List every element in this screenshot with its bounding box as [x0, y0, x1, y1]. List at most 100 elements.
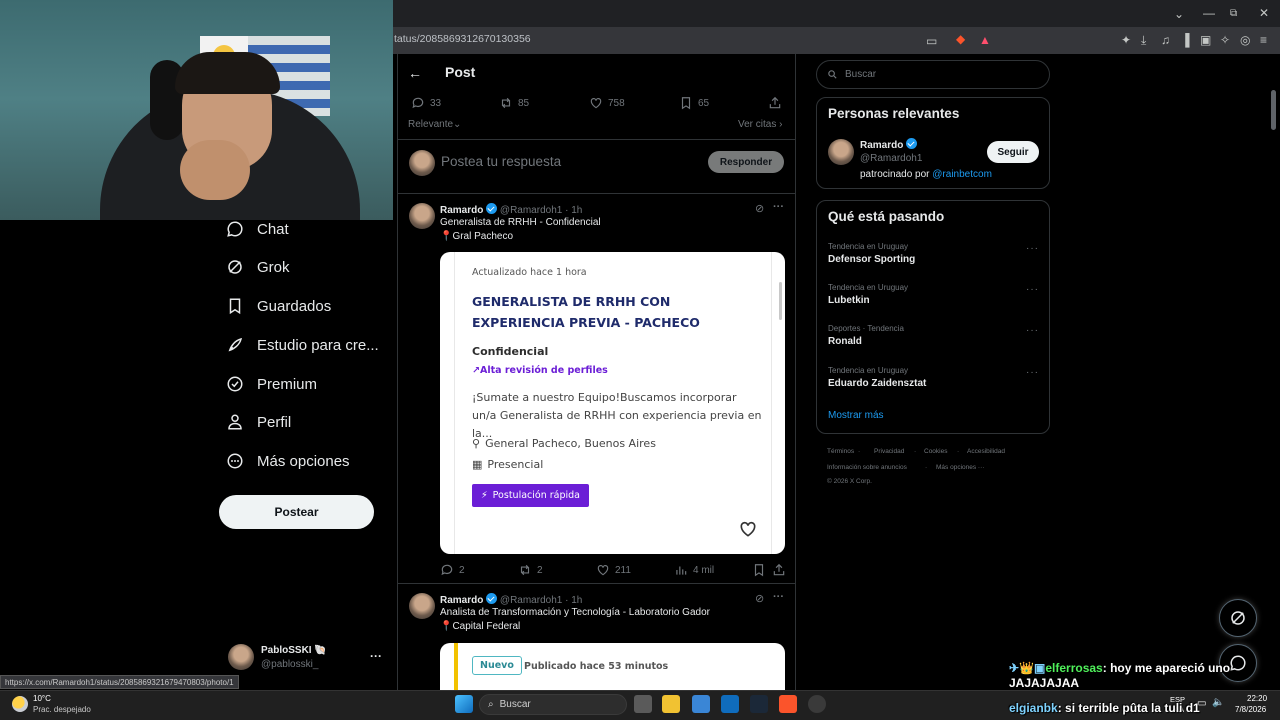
like-action[interactable]: 758	[589, 96, 625, 110]
profile-more-icon[interactable]: ···	[370, 649, 382, 663]
footer-link[interactable]: Más opciones ···	[936, 464, 984, 471]
page-scrollbar[interactable]	[1271, 90, 1276, 130]
nav-item-chat[interactable]: Chat	[226, 214, 289, 244]
footer-link[interactable]: Información sobre anuncios	[827, 464, 907, 471]
weather-desc[interactable]: Prac. despejado	[33, 705, 91, 714]
brave-rewards-icon[interactable]: ▲	[979, 34, 991, 46]
share-action[interactable]	[768, 96, 782, 110]
trend-name[interactable]: Ronald	[828, 336, 862, 347]
nav-item-premium[interactable]: Premium	[226, 369, 317, 399]
search-input[interactable]: Buscar	[816, 60, 1050, 89]
views-action[interactable]: 4 mil	[674, 563, 714, 577]
minimize-icon[interactable]: —	[1203, 7, 1215, 19]
nav-item-more-options[interactable]: Más opciones	[226, 446, 350, 476]
cast-icon[interactable]: ▭	[926, 35, 937, 47]
nav-item-grok[interactable]: Grok	[226, 252, 290, 282]
copyright: © 2026 X Corp.	[827, 478, 872, 485]
taskbar-search[interactable]: ⌕ Buscar	[479, 694, 627, 715]
avatar[interactable]	[409, 593, 435, 619]
quotes-link[interactable]: Ver citas ›	[738, 119, 782, 130]
author-handle[interactable]: @Ramardoh1	[500, 205, 562, 216]
relevant-handle[interactable]: @Ramardoh1	[860, 153, 922, 164]
more-icon[interactable]: ···	[1026, 325, 1039, 336]
obs-icon[interactable]	[808, 695, 826, 713]
bookmark-icon	[754, 564, 764, 577]
nav-item-profile[interactable]: Perfil	[226, 407, 291, 437]
nav-item-bookmarks[interactable]: Guardados	[226, 291, 331, 321]
trend-name[interactable]: Eduardo Zaidensztat	[828, 378, 926, 389]
more-icon[interactable]: ···	[1026, 367, 1039, 378]
tweet-time[interactable]: · 1h	[565, 595, 582, 606]
sort-dropdown[interactable]: Relevante⌄	[408, 119, 461, 130]
menu-icon[interactable]: ≡	[1260, 34, 1267, 46]
follow-button[interactable]: Seguir	[987, 141, 1039, 163]
author-name[interactable]: Ramardo	[440, 205, 483, 216]
clock-time[interactable]: 22:20	[1247, 694, 1267, 703]
reply-action[interactable]: 33	[411, 96, 441, 110]
post-button[interactable]: Postear	[219, 495, 374, 529]
bookmark-action[interactable]	[752, 563, 766, 577]
job-card-image[interactable]: Actualizado hace 1 hora GENERALISTA DE R…	[440, 252, 785, 554]
clock-date[interactable]: 7/8/2026	[1235, 705, 1266, 714]
wallet-icon[interactable]: ▣	[1200, 34, 1211, 46]
restore-icon[interactable]: ⧉	[1230, 8, 1237, 20]
bookmark-action[interactable]: 65	[679, 96, 709, 110]
weather-temp[interactable]: 10°C	[33, 694, 51, 703]
trend-name[interactable]: Defensor Sporting	[828, 254, 915, 265]
reply-input[interactable]: Postea tu respuesta	[441, 154, 561, 169]
leo-icon[interactable]: ✧	[1220, 34, 1230, 46]
relevant-name[interactable]: Ramardo	[860, 140, 903, 151]
tab-list-icon[interactable]: ⌄	[1174, 8, 1184, 20]
sidebar-icon[interactable]: ▐	[1181, 34, 1190, 46]
close-window-icon[interactable]: ✕	[1259, 7, 1269, 19]
grok-fab[interactable]	[1219, 599, 1257, 637]
url-text[interactable]: tatus/2085869312670130356	[394, 33, 531, 45]
grok-icon[interactable]: ⊘	[755, 592, 764, 605]
job-card-image[interactable]: Nuevo Publicado hace 53 minutos	[440, 643, 785, 693]
store-icon[interactable]	[692, 695, 710, 713]
brave-shields-icon[interactable]: ◆	[956, 33, 965, 45]
show-more-link[interactable]: Mostrar más	[828, 410, 884, 421]
repost-action[interactable]: 2	[518, 563, 543, 577]
footer-link[interactable]: Accesibilidad	[967, 448, 1005, 455]
lightning-icon: ⚡	[481, 490, 488, 501]
music-icon[interactable]: ♫	[1161, 34, 1170, 46]
sponsor-link[interactable]: @rainbetcom	[932, 169, 992, 180]
more-icon[interactable]: ···	[773, 201, 784, 213]
trend-name[interactable]: Lubetkin	[828, 295, 870, 306]
author-name[interactable]: Ramardo	[440, 595, 483, 606]
reply-action[interactable]: 2	[440, 563, 465, 577]
extensions-icon[interactable]: ✦	[1121, 34, 1131, 46]
mail-icon[interactable]	[721, 695, 739, 713]
avatar[interactable]	[828, 139, 854, 165]
tweet-time[interactable]: · 1h	[565, 205, 582, 216]
footer-link[interactable]: Términos	[827, 448, 854, 455]
steam-icon[interactable]	[750, 695, 768, 713]
brave-browser-icon[interactable]	[779, 695, 797, 713]
file-explorer-icon[interactable]	[662, 695, 680, 713]
footer-link[interactable]: Cookies	[924, 448, 947, 455]
windows-start-icon[interactable]	[455, 695, 473, 713]
footer-link[interactable]: Privacidad	[874, 448, 904, 455]
volume-icon[interactable]: 🔈	[1212, 697, 1224, 708]
vpn-icon[interactable]: ◎	[1240, 34, 1250, 46]
account-switcher[interactable]: PabloSSKI 🐚 @pablosski_ ···	[228, 644, 388, 674]
more-icon[interactable]: ···	[1026, 284, 1039, 295]
search-placeholder: Buscar	[845, 69, 877, 80]
bookmark-icon	[229, 298, 241, 315]
card-published: Publicado hace 53 minutos	[524, 661, 669, 672]
grok-icon[interactable]: ⊘	[755, 202, 764, 215]
task-view-icon[interactable]	[634, 695, 652, 713]
like-action[interactable]: 211	[596, 563, 631, 577]
reply-button[interactable]: Responder	[708, 151, 784, 173]
nav-item-creator-studio[interactable]: Estudio para cre...	[226, 330, 379, 360]
author-handle[interactable]: @Ramardoh1	[500, 595, 562, 606]
share-icon	[773, 563, 785, 576]
download-icon[interactable]: ⤓	[1141, 34, 1146, 46]
repost-action[interactable]: 85	[499, 96, 529, 110]
share-action[interactable]	[772, 563, 786, 577]
more-icon[interactable]: ···	[1026, 243, 1039, 254]
avatar[interactable]	[409, 203, 435, 229]
back-arrow-icon[interactable]: ←	[408, 65, 422, 81]
more-icon[interactable]: ···	[773, 591, 784, 603]
